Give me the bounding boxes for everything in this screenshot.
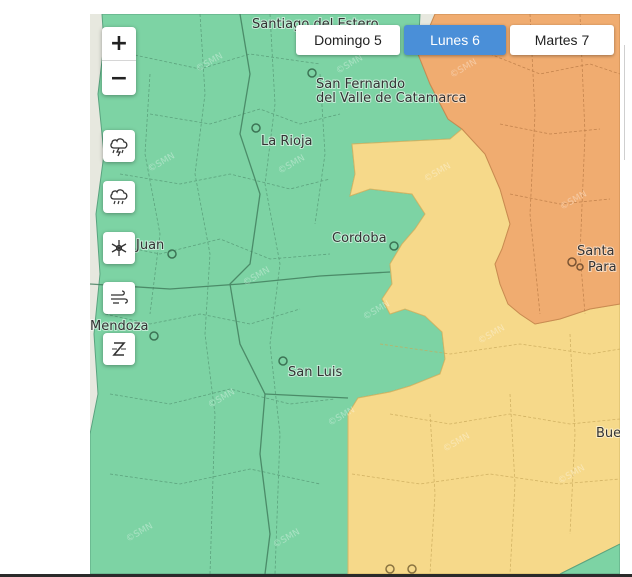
- zoom-in-button[interactable]: +: [102, 27, 136, 61]
- snow-icon: [111, 240, 127, 256]
- tab-martes-7[interactable]: Martes 7: [510, 25, 614, 55]
- tab-lunes-6[interactable]: Lunes 6: [404, 25, 506, 55]
- zoom-control: + −: [102, 27, 136, 95]
- alert-map[interactable]: ©SMN ©SMN ©SMN ©SMN ©SMN ©SMN ©SMN ©SMN …: [90, 14, 620, 574]
- tab-domingo-5[interactable]: Domingo 5: [296, 25, 400, 55]
- wind-layer-button[interactable]: [103, 282, 135, 314]
- side-panel-edge: [624, 45, 632, 160]
- zonda-layer-button[interactable]: [103, 333, 135, 365]
- thunderstorm-icon: [110, 138, 128, 157]
- city-label-cordoba: Cordoba: [332, 231, 387, 246]
- snow-layer-button[interactable]: [103, 232, 135, 264]
- city-label-parana: Para: [588, 260, 617, 275]
- city-label-santa-fe: Santa: [577, 244, 615, 259]
- city-label-catamarca: del Valle de Catamarca: [316, 91, 467, 106]
- city-label-buenos-aires: Bue: [596, 426, 620, 441]
- city-label-san-fernando: San Fernando: [316, 77, 405, 92]
- rain-layer-button[interactable]: [103, 181, 135, 213]
- rain-icon: [110, 189, 128, 205]
- map-page: ©SMN ©SMN ©SMN ©SMN ©SMN ©SMN ©SMN ©SMN …: [0, 0, 632, 577]
- city-label-la-rioja: La Rioja: [261, 134, 313, 149]
- map-canvas[interactable]: ©SMN ©SMN ©SMN ©SMN ©SMN ©SMN ©SMN ©SMN …: [90, 14, 620, 574]
- city-label-san-juan: Juan: [135, 238, 164, 253]
- wind-icon: [111, 290, 128, 304]
- zoom-out-button[interactable]: −: [102, 61, 136, 95]
- thunderstorm-layer-button[interactable]: [103, 130, 135, 162]
- zonda-wind-icon: [112, 342, 126, 356]
- city-label-mendoza: Mendoza: [90, 319, 148, 334]
- city-label-san-luis: San Luis: [288, 365, 342, 380]
